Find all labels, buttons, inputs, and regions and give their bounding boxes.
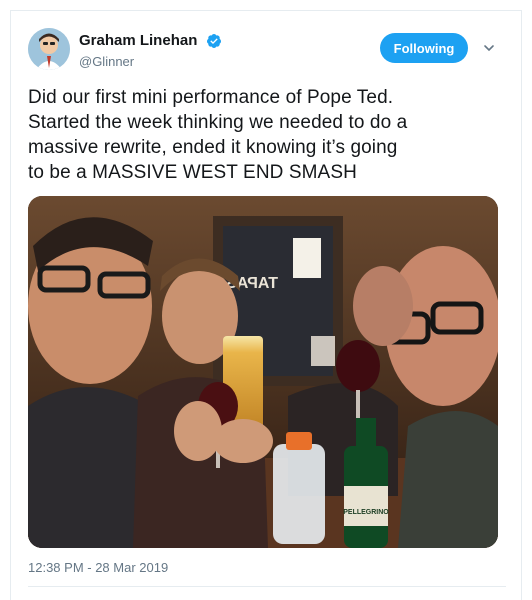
tweet-text-line: to be a MASSIVE WEST END SMASH — [28, 162, 357, 183]
tweet-text-line: Started the week thinking we needed to d… — [28, 112, 408, 133]
tweet-text: Did our first mini performance of Pope T… — [28, 85, 513, 185]
pub-selfie-image: TAPAS PELLEGRINO — [28, 196, 498, 548]
tweet-photo[interactable]: TAPAS PELLEGRINO — [28, 196, 498, 548]
divider — [28, 586, 506, 587]
tweet-timestamp[interactable]: 12:38 PM - 28 Mar 2019 — [28, 560, 168, 575]
tweet-text-line: Did our first mini performance of Pope T… — [28, 87, 394, 108]
avatar[interactable] — [28, 28, 70, 70]
chevron-down-icon[interactable] — [483, 41, 495, 53]
verified-badge-icon — [206, 33, 222, 49]
following-button[interactable]: Following — [380, 33, 468, 63]
tweet-card: Graham Linehan @Glinner Following Did ou… — [10, 10, 522, 600]
user-names: Graham Linehan @Glinner — [79, 32, 222, 69]
pellegrino-label: PELLEGRINO — [343, 509, 389, 516]
user-handle[interactable]: @Glinner — [79, 54, 222, 69]
tweet-text-line: massive rewrite, ended it knowing it’s g… — [28, 137, 398, 158]
avatar-image — [28, 28, 70, 70]
tweet-header: Graham Linehan @Glinner Following — [11, 11, 523, 91]
display-name[interactable]: Graham Linehan — [79, 32, 197, 49]
